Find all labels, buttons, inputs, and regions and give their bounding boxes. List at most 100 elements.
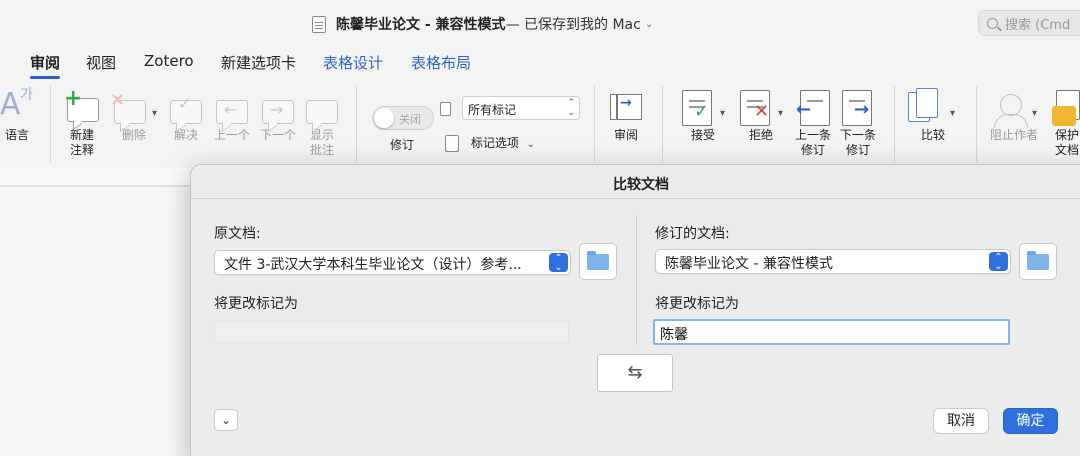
previous-change-button[interactable]: ← 上一条 修订	[792, 88, 834, 158]
tab-view[interactable]: 视图	[86, 52, 116, 73]
block-authors-icon: ▾	[986, 88, 1042, 128]
markup-options-icon	[445, 135, 459, 152]
document-name: 陈馨毕业论文 - 兼容性模式	[336, 17, 506, 33]
resolve-button[interactable]: ✓ 解决	[166, 88, 206, 143]
previous-comment-button[interactable]: ← 上一个	[210, 88, 254, 143]
delete-label: 删除	[121, 128, 146, 142]
previous-label: 上一个	[213, 128, 250, 142]
chevron-down-icon: ⌄	[220, 413, 232, 427]
markup-select-value: 所有标记	[468, 103, 517, 117]
original-mark-changes-field	[214, 321, 569, 343]
more-options-button[interactable]: ⌄	[214, 409, 238, 431]
next-change-button[interactable]: → 下一条 修订	[836, 88, 880, 158]
original-document-value: 文件 3-武汉大学本科生毕业论文（设计）参考...	[224, 257, 522, 273]
reviewing-label: 审阅	[613, 128, 638, 142]
reject-button[interactable]: ✕ ▾ 拒绝	[734, 88, 788, 143]
folder-icon	[587, 251, 609, 270]
ribbon-toolbar: A 가 语言 + 新建 注释 ✕ ▾ 删除 ✓ 解决 ← 上一个 → 下一个 显…	[0, 80, 1080, 166]
new-comment-icon: +	[62, 88, 102, 128]
toggle-knob	[374, 108, 394, 128]
show-comments-icon	[302, 88, 342, 128]
new-comment-button[interactable]: + 新建 注释	[62, 88, 102, 158]
show-comments-label-1: 显示	[309, 128, 334, 142]
reviewing-pane-button[interactable]: → 审阅	[606, 88, 646, 143]
document-canvas	[0, 186, 200, 456]
new-comment-label-1: 新建	[69, 128, 94, 142]
next-change-label-1: 下一条	[839, 128, 876, 142]
markup-display-select[interactable]: 所有标记 ⌃ ⌄	[462, 96, 580, 120]
resolve-icon: ✓	[166, 88, 206, 128]
ribbon-tabs: 审阅 视图 Zotero 新建选项卡 表格设计 表格布局	[0, 50, 1080, 79]
ribbon-separator	[976, 86, 977, 162]
chevron-updown-icon: ⌃ ⌄	[549, 253, 568, 273]
previous-change-icon: ←	[792, 88, 834, 128]
resolve-label: 解决	[173, 128, 198, 142]
compare-documents-dialog: 比较文档 原文档: 文件 3-武汉大学本科生毕业论文（设计）参考... ⌃ ⌄ 将…	[190, 164, 1080, 456]
ribbon-separator	[894, 86, 895, 162]
title-chevron-icon[interactable]: ⌄	[645, 19, 653, 30]
swap-documents-button[interactable]: ⇆	[597, 354, 673, 392]
next-change-icon: →	[836, 88, 880, 128]
accept-button[interactable]: ✓ ▾ 接受	[676, 88, 730, 143]
original-document-label: 原文档:	[214, 226, 261, 242]
next-label: 下一个	[259, 128, 296, 142]
next-comment-button[interactable]: → 下一个	[256, 88, 300, 143]
window-title: 陈馨毕业论文 - 兼容性模式 — 已保存到我的 Mac ⌄	[312, 14, 653, 34]
revised-mark-changes-input[interactable]: 陈馨	[653, 319, 1010, 345]
previous-change-label-2: 修订	[800, 143, 825, 157]
original-browse-button[interactable]	[579, 243, 617, 280]
delete-comment-button[interactable]: ✕ ▾ 删除	[108, 88, 160, 143]
protect-document-button[interactable]: 保护 文档	[1050, 88, 1080, 158]
language-label: 语言	[4, 128, 29, 142]
swap-icon: ⇆	[627, 362, 643, 383]
original-mark-changes-label: 将更改标记为	[214, 296, 298, 312]
accept-label: 接受	[690, 128, 715, 142]
ruler	[0, 168, 200, 186]
search-icon	[987, 17, 998, 29]
search-input[interactable]: 搜索 (Cmd	[978, 10, 1080, 36]
revised-document-label: 修订的文档:	[655, 226, 730, 242]
compare-button[interactable]: ▾ 比较	[904, 88, 962, 143]
dialog-title: 比较文档	[613, 177, 669, 193]
tab-new-tab[interactable]: 新建选项卡	[221, 52, 296, 73]
accept-icon: ✓ ▾	[676, 88, 730, 128]
tab-table-layout[interactable]: 表格布局	[411, 52, 471, 73]
compare-icon: ▾	[904, 88, 962, 128]
chevron-down-icon: ⌄	[526, 139, 536, 150]
protect-label-2: 文档	[1054, 143, 1079, 157]
markup-options-button[interactable]: 标记选项 ⌄	[445, 134, 535, 152]
next-comment-icon: →	[256, 88, 300, 128]
track-changes-toggle[interactable]: 关闭	[372, 106, 434, 130]
show-comments-button[interactable]: 显示 批注	[302, 88, 342, 158]
ribbon-separator	[356, 86, 357, 162]
markup-options-label: 标记选项	[470, 136, 519, 150]
toggle-state-label: 关闭	[399, 113, 421, 126]
original-document-select[interactable]: 文件 3-武汉大学本科生毕业论文（设计）参考... ⌃ ⌄	[214, 250, 571, 275]
ok-button[interactable]: 确定	[1003, 408, 1058, 434]
show-comments-label-2: 批注	[309, 143, 334, 157]
language-button[interactable]: A 가 语言	[0, 88, 34, 143]
revised-document-select[interactable]: 陈馨毕业论文 - 兼容性模式 ⌃ ⌄	[655, 249, 1011, 274]
revised-browse-button[interactable]	[1019, 243, 1057, 280]
markup-display-icon	[440, 98, 458, 118]
revised-document-value: 陈馨毕业论文 - 兼容性模式	[665, 256, 833, 272]
reject-icon: ✕ ▾	[734, 88, 788, 128]
protect-document-icon	[1050, 88, 1080, 128]
cancel-button[interactable]: 取消	[933, 408, 989, 434]
tab-zotero[interactable]: Zotero	[144, 52, 194, 70]
ribbon-separator	[50, 86, 51, 162]
block-authors-button[interactable]: ▾ 阻止作者	[986, 88, 1042, 143]
previous-comment-icon: ←	[210, 88, 254, 128]
tab-review[interactable]: 审阅	[30, 52, 61, 79]
language-icon: A 가	[0, 87, 33, 122]
search-placeholder: 搜索 (Cmd	[1005, 17, 1071, 33]
new-comment-label-2: 注释	[69, 143, 94, 157]
compare-label: 比较	[920, 128, 945, 142]
ribbon-separator	[594, 86, 595, 162]
document-icon	[312, 15, 326, 33]
title-bar: 陈馨毕业论文 - 兼容性模式 — 已保存到我的 Mac ⌄ 搜索 (Cmd	[0, 0, 1080, 46]
revised-mark-changes-label: 将更改标记为	[655, 296, 739, 312]
previous-change-label-1: 上一条	[794, 128, 831, 142]
next-change-label-2: 修订	[845, 143, 870, 157]
tab-table-design[interactable]: 表格设计	[323, 52, 383, 73]
